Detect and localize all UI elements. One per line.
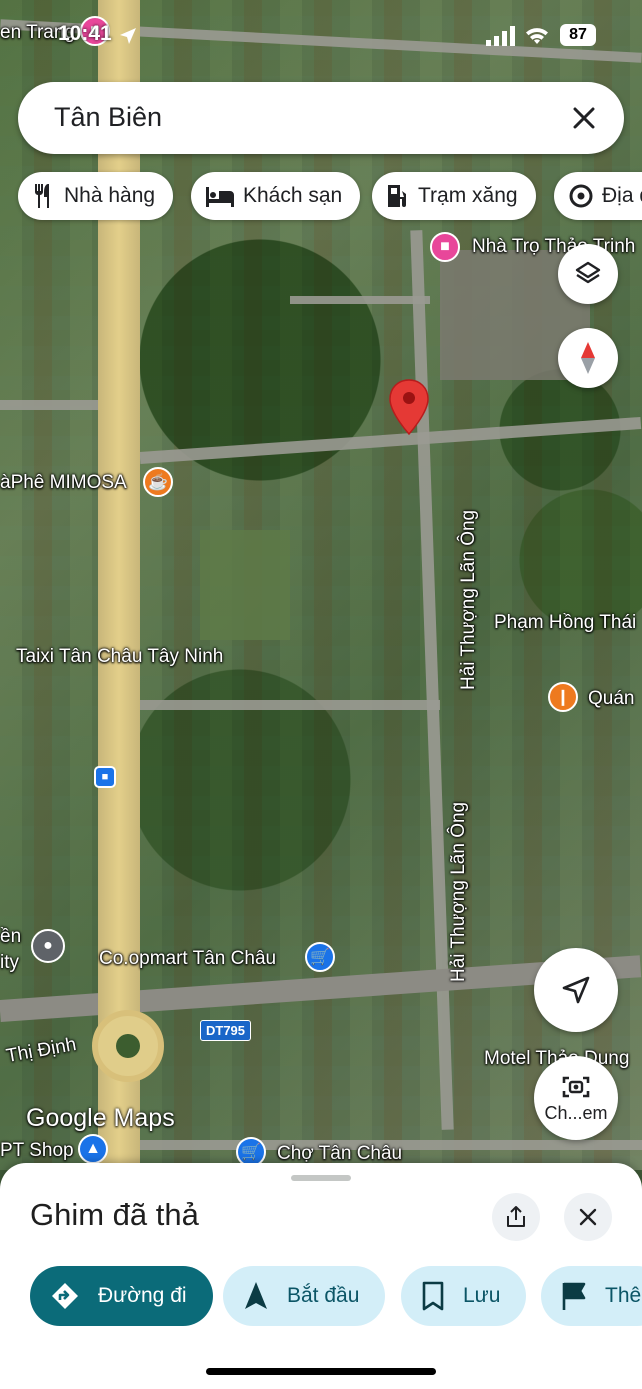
map-road bbox=[290, 296, 430, 304]
save-button[interactable]: Lưu bbox=[401, 1266, 527, 1326]
label-button[interactable]: Thê bbox=[541, 1266, 642, 1326]
map-label-pt-shop[interactable]: PT Shop bbox=[0, 1140, 74, 1162]
navigation-arrow-icon bbox=[562, 976, 590, 1004]
map-roundabout bbox=[92, 1010, 164, 1082]
compass-icon bbox=[581, 342, 595, 374]
close-sheet-button[interactable] bbox=[564, 1193, 612, 1241]
clock: 10:41 bbox=[58, 22, 112, 45]
place-bottom-sheet[interactable]: Ghim đã thả Đường đi Bắt đầu Lưu Thê bbox=[0, 1163, 642, 1389]
bookmark-icon bbox=[422, 1281, 444, 1311]
flag-icon bbox=[562, 1282, 586, 1310]
map-field bbox=[200, 530, 290, 640]
chip-label: Nhà hàng bbox=[64, 184, 156, 207]
chip-gas-stations[interactable]: Trạm xăng bbox=[372, 172, 536, 220]
google-maps-logo: Google Maps bbox=[26, 1104, 175, 1132]
map-label-taixi[interactable]: Taixi Tân Châu Tây Ninh bbox=[16, 646, 223, 668]
sheet-title: Ghim đã thả bbox=[30, 1197, 199, 1232]
map-road bbox=[140, 700, 440, 710]
camera-icon bbox=[562, 1076, 590, 1097]
directions-button[interactable]: Đường đi bbox=[30, 1266, 213, 1326]
map-label-cho[interactable]: Chợ Tân Châu bbox=[277, 1143, 402, 1165]
my-location-button[interactable] bbox=[534, 948, 618, 1032]
bus-stop-icon[interactable]: ■ bbox=[94, 766, 116, 788]
hotel-icon bbox=[206, 187, 234, 207]
map-label-pham-hong-thai: Phạm Hồng Thái bbox=[494, 612, 637, 633]
hotel-poi-icon[interactable]: ■ bbox=[430, 232, 460, 262]
compass-button[interactable] bbox=[558, 328, 618, 388]
chip-label: Khách sạn bbox=[243, 184, 343, 207]
chip-label: Địa đ bbox=[602, 184, 642, 207]
search-bar[interactable]: Tân Biên bbox=[18, 82, 624, 154]
location-arrow-icon bbox=[120, 28, 136, 44]
clear-search-icon[interactable] bbox=[566, 100, 602, 136]
attraction-icon bbox=[569, 184, 593, 208]
map-label-street-hai-thuong-2: Hải Thượng Lãn Ông bbox=[448, 801, 469, 982]
start-button[interactable]: Bắt đầu bbox=[223, 1266, 386, 1326]
map-label-coopmart[interactable]: Co.opmart Tân Châu bbox=[99, 948, 276, 970]
cellular-signal-icon bbox=[486, 26, 515, 46]
shopping-cart-poi-icon[interactable]: 🛒 bbox=[305, 942, 335, 972]
start-label: Bắt đầu bbox=[287, 1284, 360, 1307]
home-indicator[interactable] bbox=[206, 1368, 436, 1375]
road-shield-dt795: DT795 bbox=[200, 1020, 252, 1041]
map-label-caphe[interactable]: àPhê MIMOSA bbox=[0, 472, 127, 494]
map-label-quan[interactable]: Quán bbox=[588, 688, 634, 710]
share-icon bbox=[507, 1206, 525, 1227]
chip-restaurants[interactable]: Nhà hàng bbox=[18, 172, 174, 220]
close-icon bbox=[579, 1208, 597, 1226]
camera-search-button[interactable]: Ch...em bbox=[534, 1056, 618, 1140]
restaurant-icon bbox=[35, 184, 49, 208]
map-label-ity: ity bbox=[0, 952, 19, 973]
save-label: Lưu bbox=[463, 1284, 501, 1307]
location-poi-icon[interactable]: ● bbox=[31, 929, 65, 963]
map-label-street-hai-thuong-1: Hải Thượng Lãn Ông bbox=[458, 509, 479, 690]
layers-button[interactable] bbox=[558, 244, 618, 304]
camera-search-label: Ch...em bbox=[544, 1102, 608, 1123]
restaurant-poi-icon[interactable]: ❙ bbox=[548, 682, 578, 712]
share-button[interactable] bbox=[492, 1193, 540, 1241]
dropped-pin-icon[interactable] bbox=[388, 378, 430, 438]
status-bar: en Trang 10:41 87 bbox=[0, 18, 642, 58]
directions-icon bbox=[52, 1283, 78, 1309]
gas-station-icon bbox=[388, 185, 406, 207]
shopping-bag-poi-icon[interactable]: ▲ bbox=[78, 1134, 108, 1164]
map-road bbox=[0, 400, 100, 410]
chip-hotels[interactable]: Khách sạn bbox=[191, 172, 361, 220]
navigation-arrow-icon bbox=[245, 1282, 267, 1309]
search-query[interactable]: Tân Biên bbox=[54, 102, 162, 133]
chip-attractions[interactable]: Địa đ bbox=[554, 172, 642, 220]
wifi-icon bbox=[526, 28, 548, 44]
layers-icon bbox=[575, 261, 601, 284]
battery-indicator: 87 bbox=[560, 24, 596, 46]
label-label: Thê bbox=[605, 1284, 642, 1307]
sheet-drag-handle[interactable] bbox=[291, 1175, 351, 1181]
chip-label: Trạm xăng bbox=[418, 184, 518, 207]
cafe-poi-icon[interactable]: ☕ bbox=[143, 467, 173, 497]
directions-label: Đường đi bbox=[98, 1284, 187, 1307]
map-label-tuyen: ền bbox=[0, 926, 22, 947]
